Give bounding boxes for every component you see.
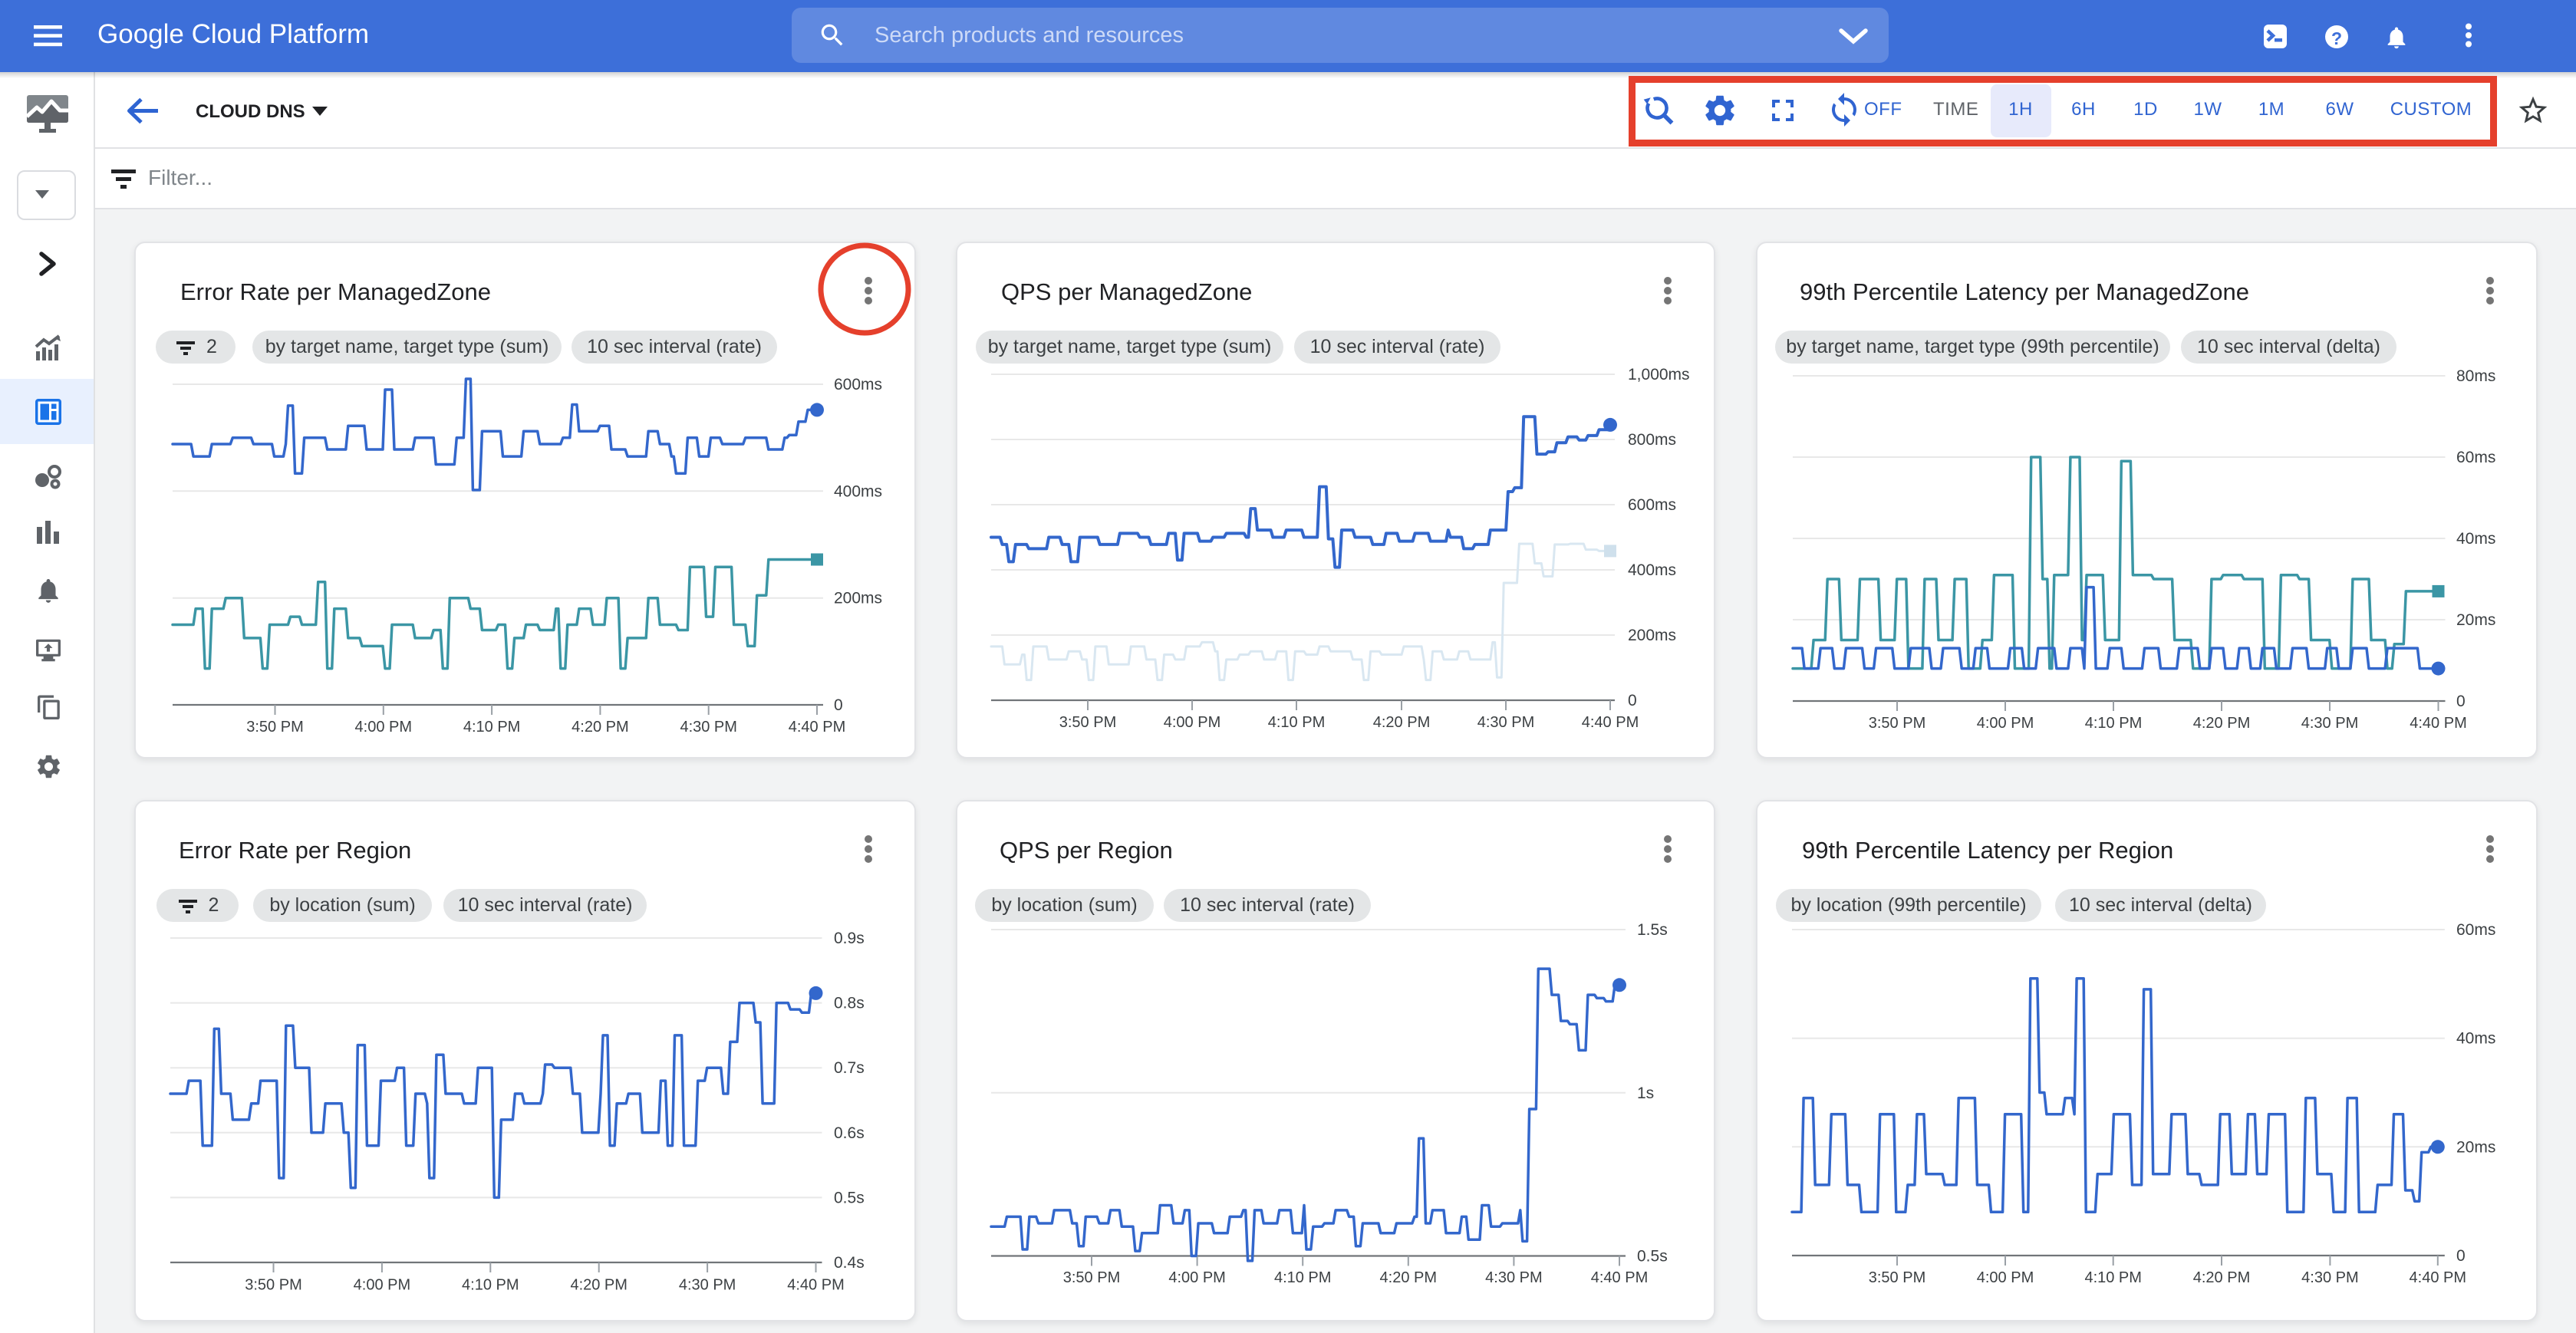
svg-text:4:10 PM: 4:10 PM: [462, 1277, 519, 1294]
svg-text:0.7s: 0.7s: [834, 1059, 865, 1077]
svg-text:4:40 PM: 4:40 PM: [2410, 715, 2466, 732]
svg-text:4:40 PM: 4:40 PM: [787, 1277, 844, 1294]
svg-text:20ms: 20ms: [2456, 1138, 2495, 1156]
svg-text:4:20 PM: 4:20 PM: [1373, 714, 1430, 731]
svg-text:200ms: 200ms: [1628, 627, 1676, 644]
svg-text:4:30 PM: 4:30 PM: [680, 719, 736, 736]
svg-text:400ms: 400ms: [1628, 561, 1676, 579]
svg-text:40ms: 40ms: [2456, 1030, 2495, 1048]
svg-text:600ms: 600ms: [834, 376, 882, 393]
svg-text:4:20 PM: 4:20 PM: [572, 719, 628, 736]
svg-text:80ms: 80ms: [2456, 367, 2495, 385]
svg-text:0: 0: [834, 696, 843, 714]
svg-text:1,000ms: 1,000ms: [1628, 366, 1690, 383]
svg-text:4:40 PM: 4:40 PM: [1591, 1269, 1648, 1286]
svg-text:400ms: 400ms: [834, 482, 882, 500]
svg-text:4:20 PM: 4:20 PM: [2193, 715, 2250, 732]
svg-text:200ms: 200ms: [834, 590, 882, 607]
svg-text:4:20 PM: 4:20 PM: [1380, 1269, 1437, 1286]
svg-text:40ms: 40ms: [2456, 530, 2495, 548]
svg-text:20ms: 20ms: [2456, 611, 2495, 629]
svg-text:4:00 PM: 4:00 PM: [1164, 714, 1220, 731]
svg-text:0.5s: 0.5s: [834, 1189, 865, 1206]
svg-text:0: 0: [1628, 692, 1637, 709]
svg-text:800ms: 800ms: [1628, 431, 1676, 449]
svg-text:?: ?: [2331, 28, 2342, 48]
svg-text:4:10 PM: 4:10 PM: [2084, 1269, 2141, 1286]
svg-text:4:30 PM: 4:30 PM: [1485, 1269, 1542, 1286]
svg-text:3:50 PM: 3:50 PM: [1059, 714, 1116, 731]
svg-text:4:00 PM: 4:00 PM: [1168, 1269, 1225, 1286]
svg-text:0.6s: 0.6s: [834, 1124, 865, 1142]
svg-text:60ms: 60ms: [2456, 449, 2495, 466]
svg-text:4:20 PM: 4:20 PM: [2193, 1269, 2250, 1286]
svg-text:4:00 PM: 4:00 PM: [1977, 1269, 2034, 1286]
svg-text:4:10 PM: 4:10 PM: [2085, 715, 2142, 732]
svg-text:0: 0: [2456, 693, 2466, 710]
svg-text:0.5s: 0.5s: [1637, 1248, 1668, 1266]
svg-text:4:00 PM: 4:00 PM: [1977, 715, 2034, 732]
svg-text:1.5s: 1.5s: [1637, 921, 1668, 939]
svg-text:4:20 PM: 4:20 PM: [570, 1277, 627, 1294]
svg-text:1s: 1s: [1637, 1085, 1654, 1102]
svg-text:60ms: 60ms: [2456, 921, 2495, 939]
svg-text:0.4s: 0.4s: [834, 1254, 865, 1272]
svg-text:4:00 PM: 4:00 PM: [355, 719, 412, 736]
svg-text:4:10 PM: 4:10 PM: [463, 719, 520, 736]
svg-text:4:10 PM: 4:10 PM: [1268, 714, 1325, 731]
svg-text:600ms: 600ms: [1628, 496, 1676, 514]
svg-text:4:40 PM: 4:40 PM: [1582, 714, 1639, 731]
svg-text:4:40 PM: 4:40 PM: [789, 719, 845, 736]
svg-text:3:50 PM: 3:50 PM: [1063, 1269, 1120, 1286]
svg-text:3:50 PM: 3:50 PM: [1869, 715, 1925, 732]
svg-text:4:00 PM: 4:00 PM: [354, 1277, 410, 1294]
svg-text:4:30 PM: 4:30 PM: [2301, 1269, 2358, 1286]
svg-text:3:50 PM: 3:50 PM: [1869, 1269, 1925, 1286]
svg-text:4:30 PM: 4:30 PM: [679, 1277, 736, 1294]
svg-text:4:30 PM: 4:30 PM: [1477, 714, 1534, 731]
svg-text:3:50 PM: 3:50 PM: [245, 1277, 301, 1294]
svg-text:0: 0: [2456, 1247, 2466, 1265]
svg-text:0.8s: 0.8s: [834, 995, 865, 1012]
svg-text:4:30 PM: 4:30 PM: [2301, 715, 2358, 732]
svg-text:3:50 PM: 3:50 PM: [246, 719, 303, 736]
svg-text:4:40 PM: 4:40 PM: [2410, 1269, 2466, 1286]
svg-text:4:10 PM: 4:10 PM: [1274, 1269, 1331, 1286]
svg-text:0.9s: 0.9s: [834, 930, 865, 947]
